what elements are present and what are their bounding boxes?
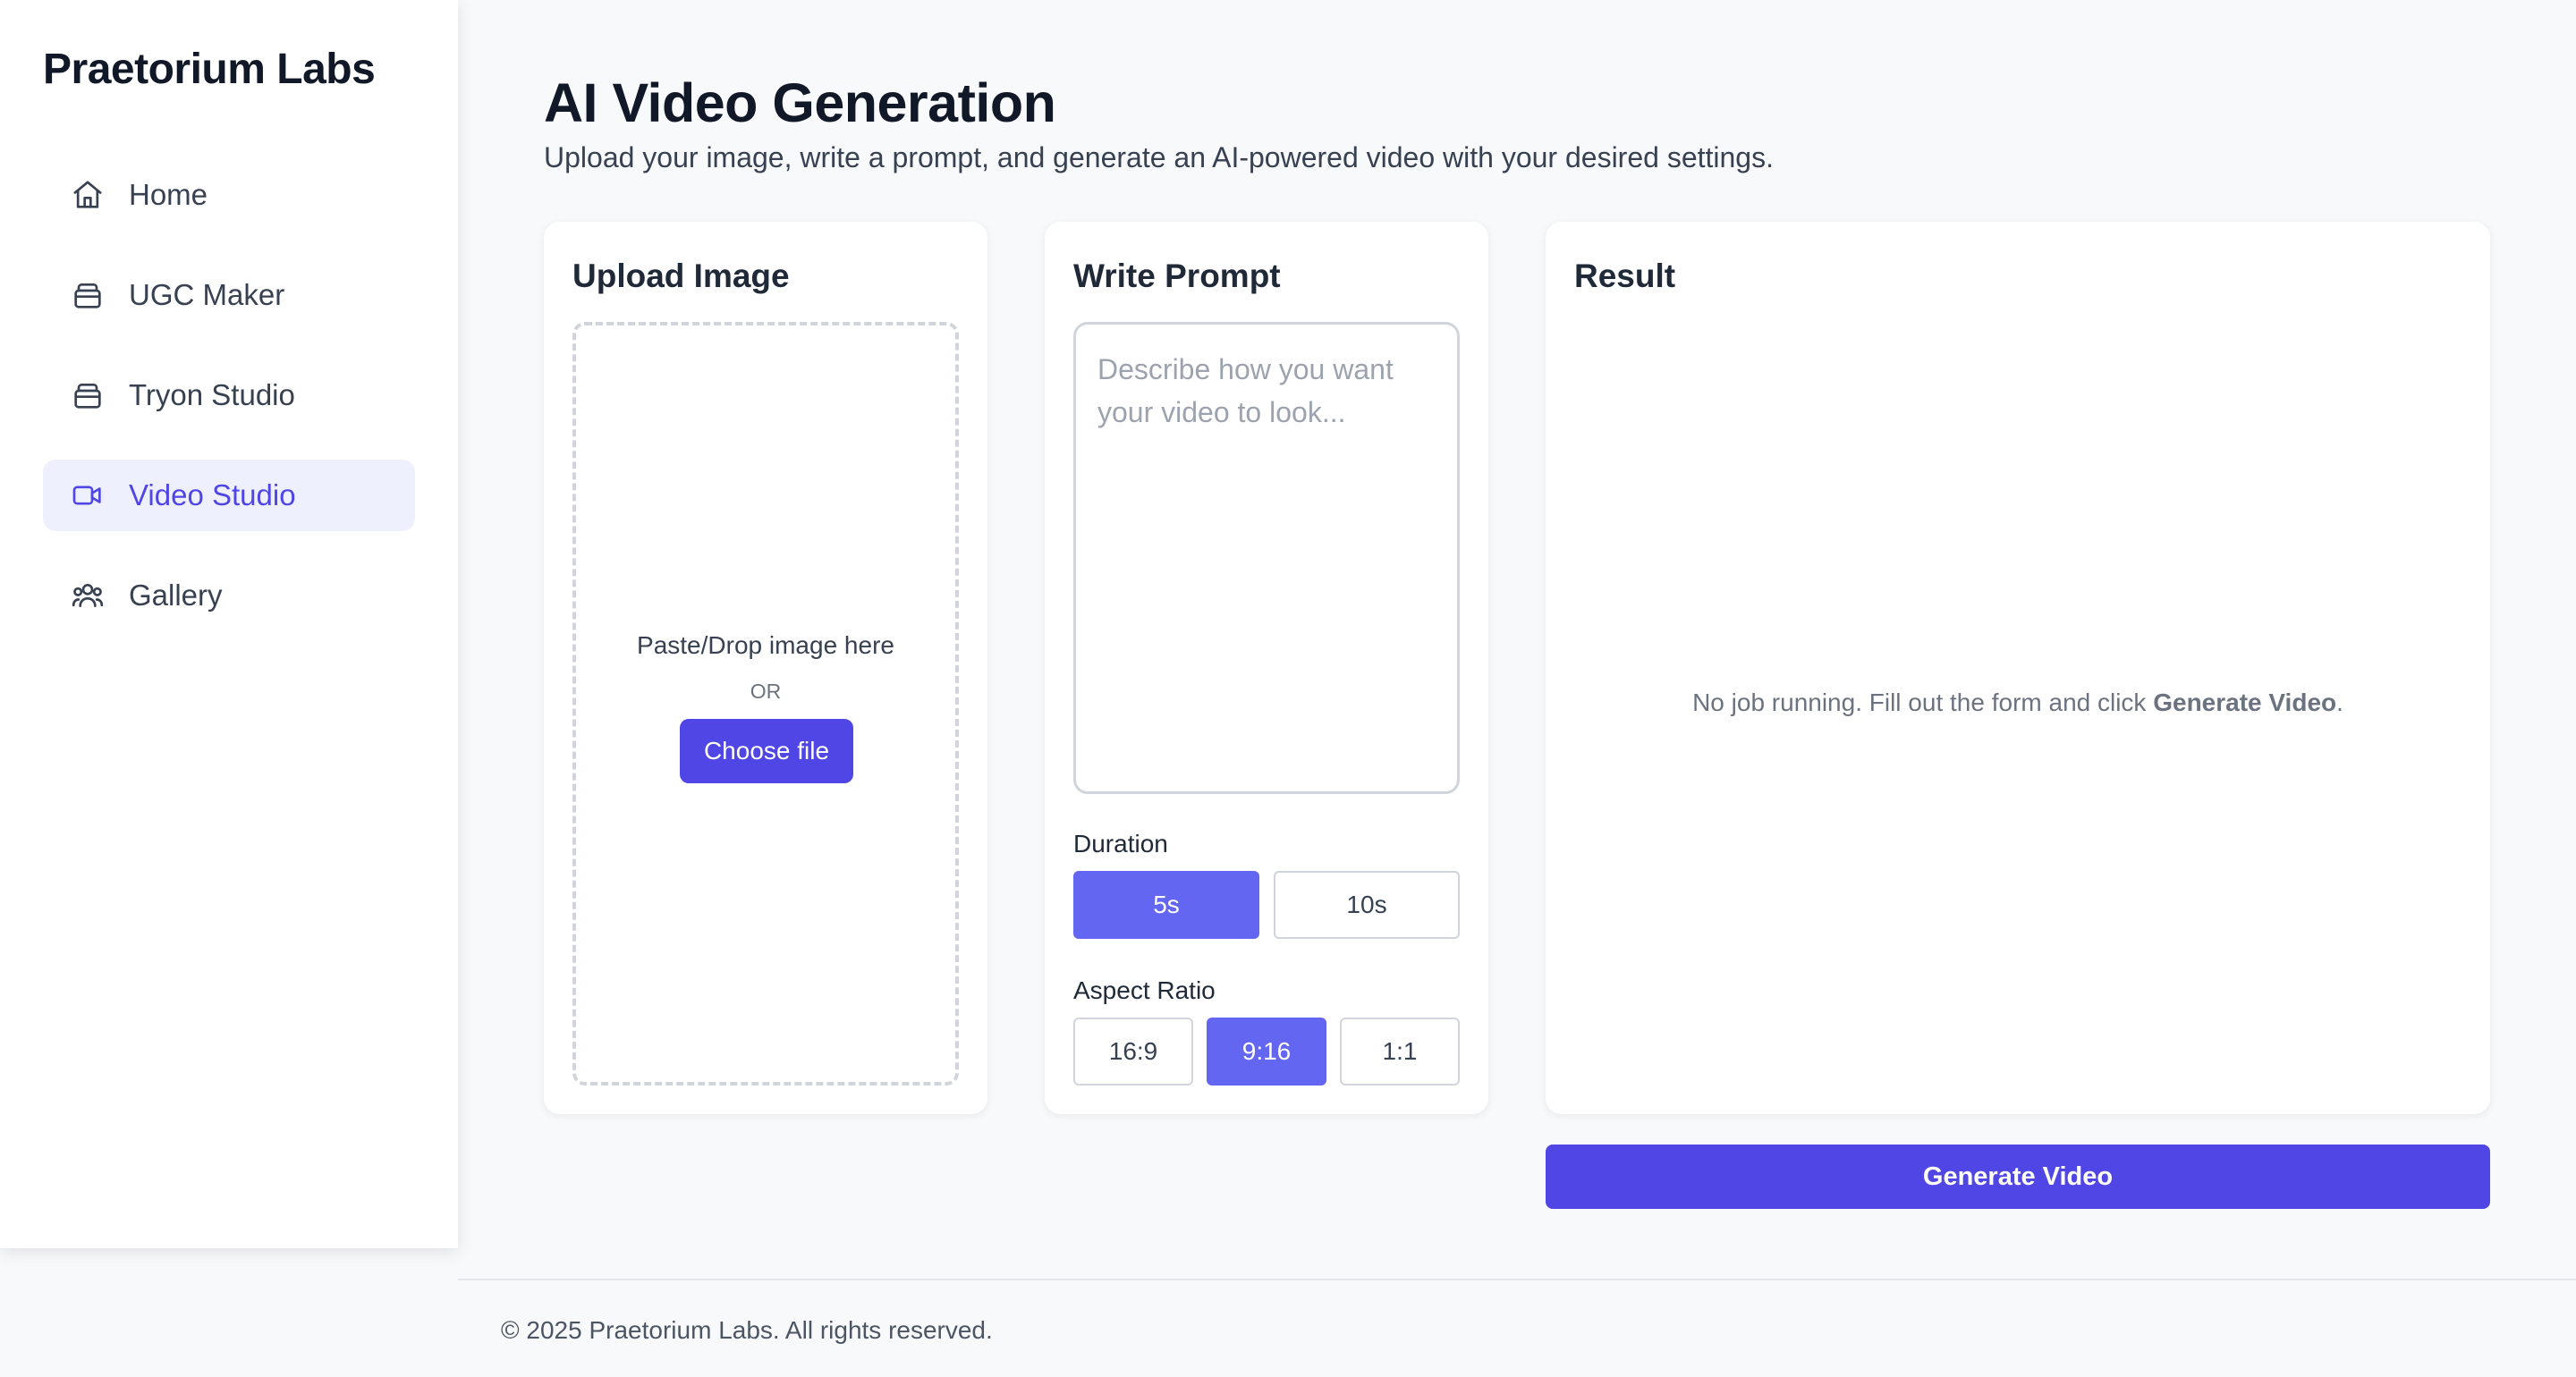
upload-card-title: Upload Image [572, 258, 790, 294]
dropzone-or-text: OR [750, 680, 782, 703]
home-icon [70, 177, 106, 213]
sidebar-item-gallery[interactable]: Gallery [43, 560, 415, 631]
sidebar-item-home[interactable]: Home [43, 159, 415, 231]
main-content: AI Video Generation Upload your image, w… [458, 0, 2576, 1279]
bag-icon [70, 277, 106, 313]
dropzone-text: Paste/Drop image here [637, 631, 894, 659]
result-card: Result No job running. Fill out the form… [1546, 222, 2490, 1114]
choose-file-button[interactable]: Choose file [680, 719, 853, 783]
generate-video-button[interactable]: Generate Video [1546, 1145, 2490, 1209]
sidebar-item-label: Home [129, 178, 208, 211]
sidebar-item-label: Gallery [129, 579, 223, 612]
result-message-bold: Generate Video [2153, 688, 2337, 716]
duration-label: Duration [1073, 830, 1168, 857]
duration-5s-button[interactable]: 5s [1073, 871, 1259, 939]
users-icon [70, 578, 106, 613]
prompt-card-title: Write Prompt [1073, 258, 1281, 294]
footer: © 2025 Praetorium Labs. All rights reser… [458, 1279, 2576, 1377]
sidebar: Praetorium Labs Home UGC Maker Tryon Stu… [0, 0, 458, 1248]
bag-icon [70, 377, 106, 413]
video-camera-icon [70, 477, 106, 513]
sidebar-item-label: Video Studio [129, 478, 296, 511]
result-card-title: Result [1574, 258, 1676, 294]
result-message-suffix: . [2336, 688, 2343, 716]
aspect-1-1-button[interactable]: 1:1 [1340, 1018, 1460, 1086]
prompt-textarea[interactable] [1073, 322, 1460, 794]
aspect-ratio-label: Aspect Ratio [1073, 976, 1216, 1004]
duration-10s-button[interactable]: 10s [1274, 871, 1460, 939]
sidebar-item-video-studio[interactable]: Video Studio [43, 460, 415, 531]
result-message-prefix: No job running. Fill out the form and cl… [1692, 688, 2154, 716]
sidebar-nav: Home UGC Maker Tryon Studio Video Studio… [43, 159, 415, 660]
aspect-9-16-button[interactable]: 9:16 [1207, 1018, 1326, 1086]
sidebar-item-label: Tryon Studio [129, 378, 295, 411]
write-prompt-card: Write Prompt Duration 5s 10s Aspect Rati… [1045, 222, 1488, 1114]
aspect-16-9-button[interactable]: 16:9 [1073, 1018, 1193, 1086]
page-title: AI Video Generation [544, 72, 1056, 133]
upload-image-card: Upload Image Paste/Drop image here OR Ch… [544, 222, 987, 1114]
sidebar-item-ugc-maker[interactable]: UGC Maker [43, 259, 415, 331]
page-subtitle: Upload your image, write a prompt, and g… [544, 141, 1774, 173]
brand-logo-text[interactable]: Praetorium Labs [43, 45, 376, 94]
image-dropzone[interactable]: Paste/Drop image here OR Choose file [572, 322, 959, 1086]
result-status-message: No job running. Fill out the form and cl… [1546, 688, 2490, 717]
sidebar-item-label: UGC Maker [129, 278, 285, 311]
footer-copyright: © 2025 Praetorium Labs. All rights reser… [501, 1316, 993, 1344]
sidebar-item-tryon-studio[interactable]: Tryon Studio [43, 359, 415, 431]
